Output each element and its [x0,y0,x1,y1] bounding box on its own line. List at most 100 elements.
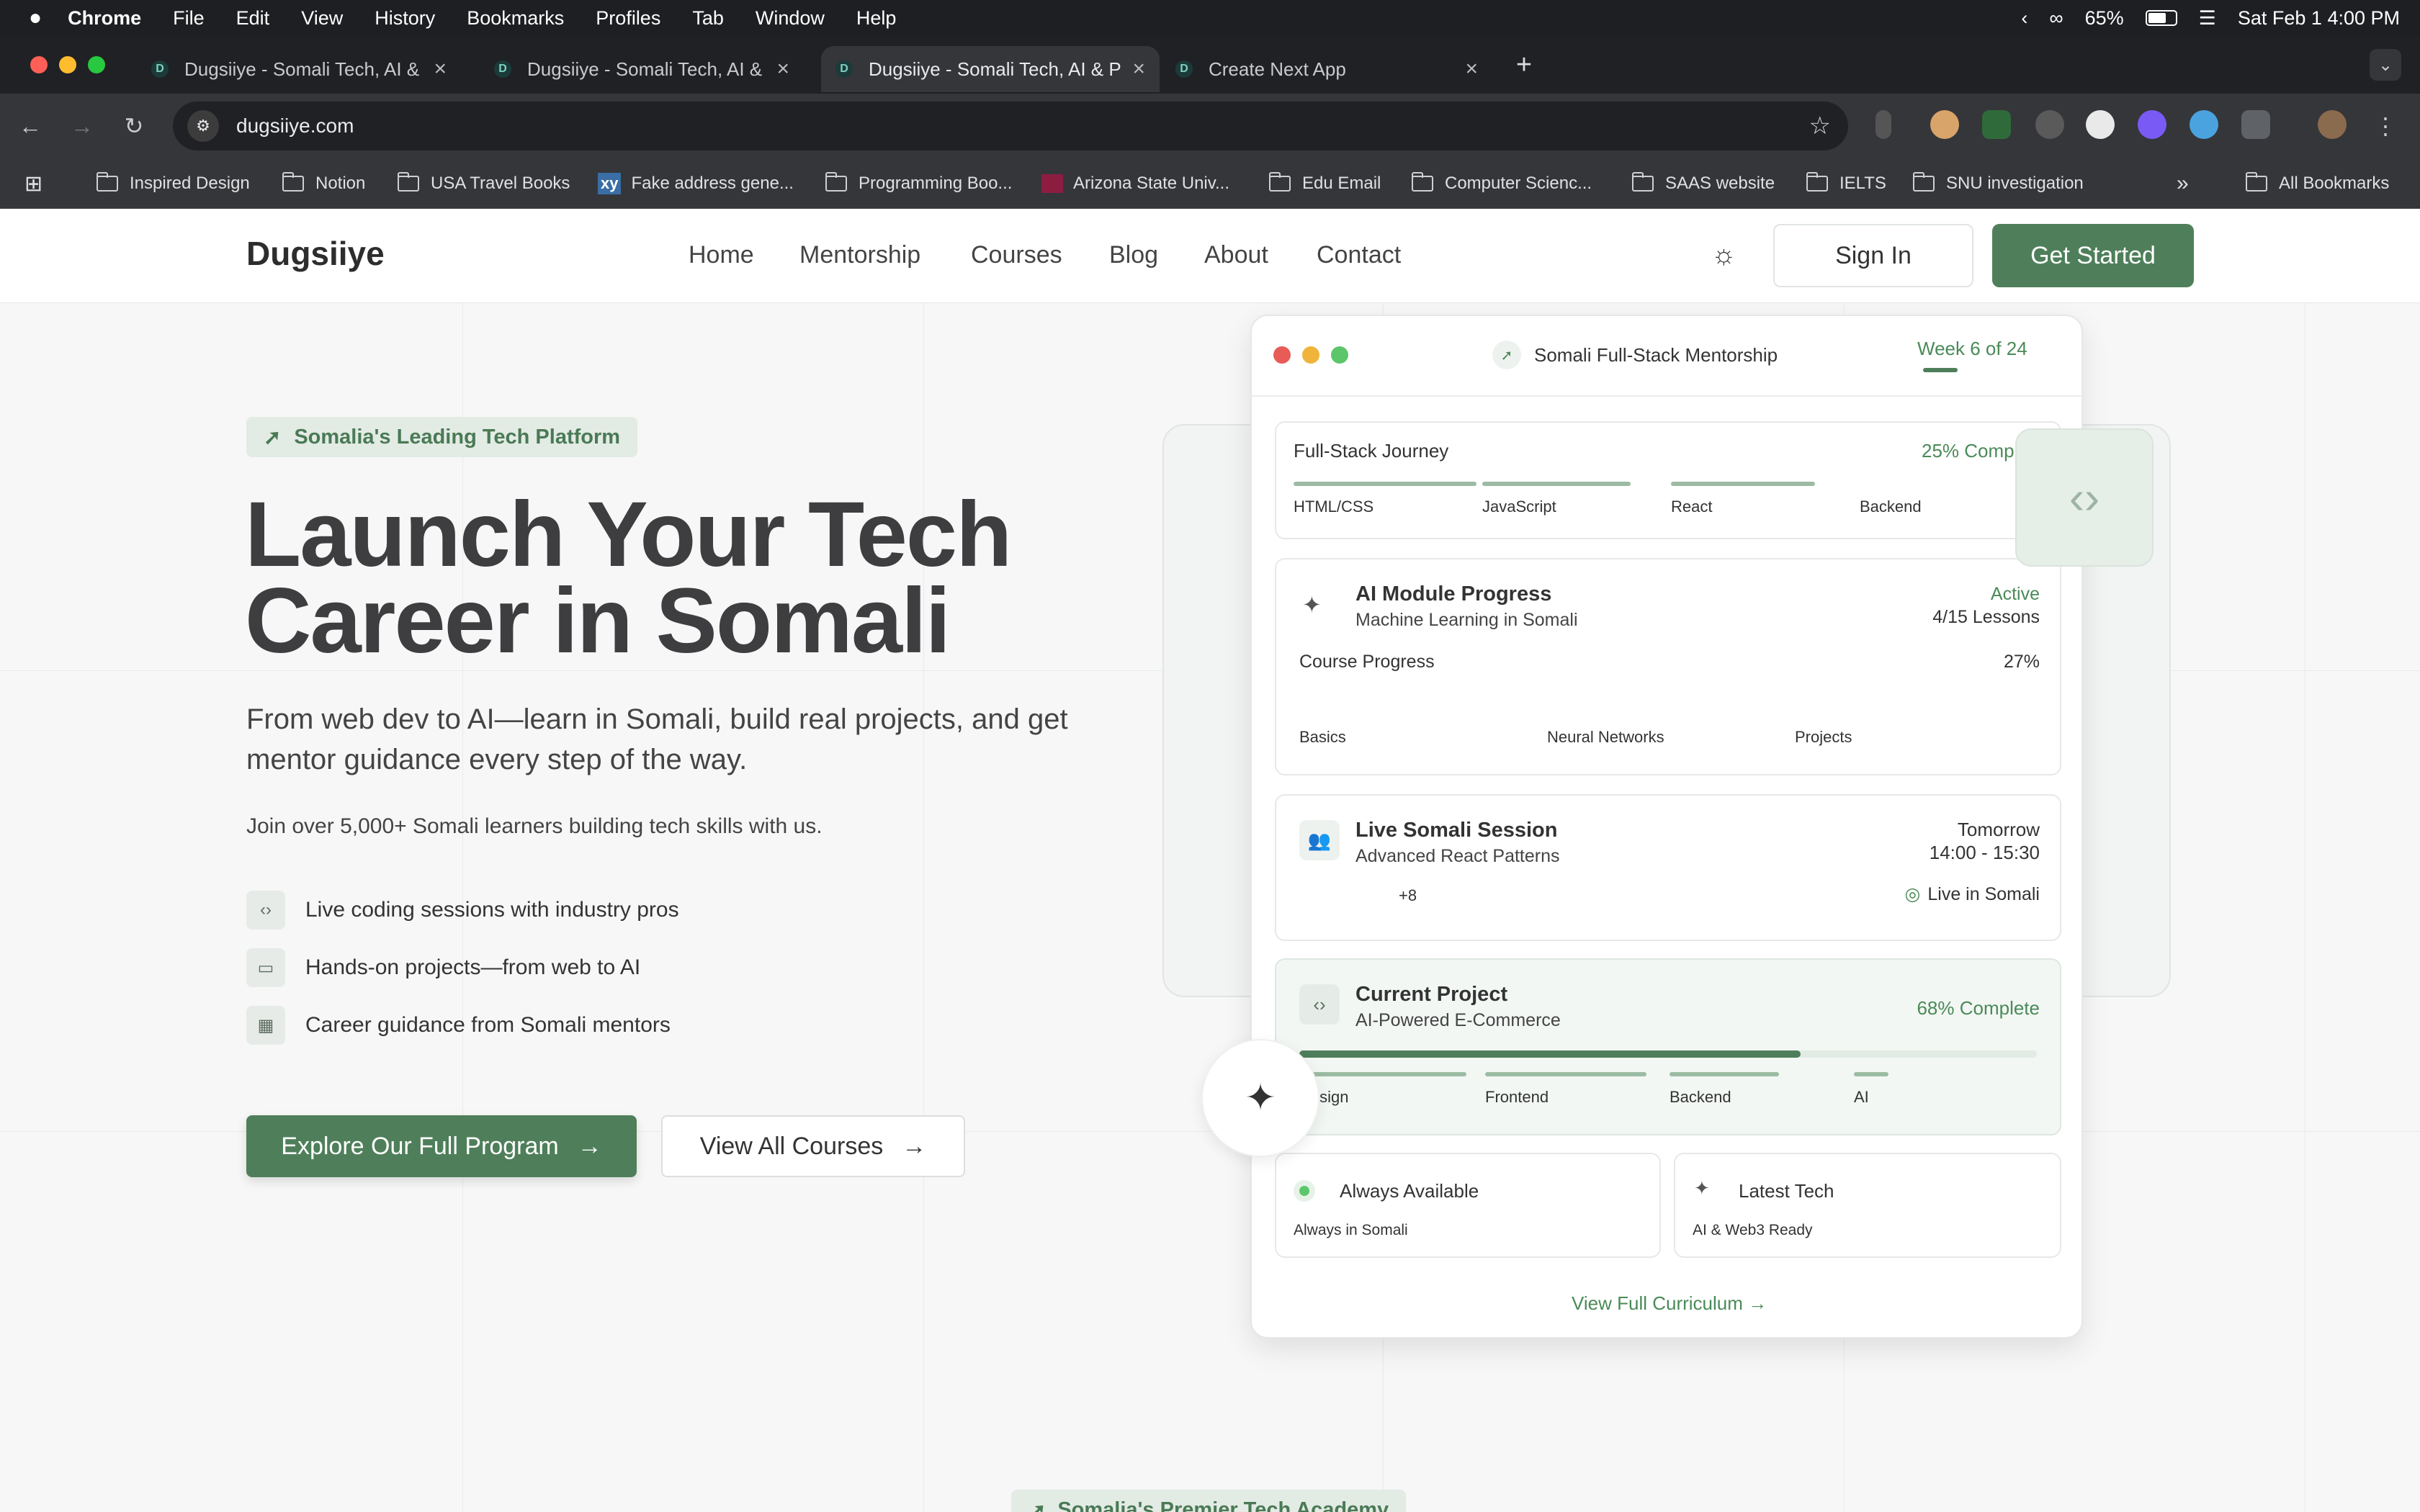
close-icon[interactable]: × [1465,57,1478,81]
folder-icon [1632,172,1654,192]
mentorship-dashboard-card: ➚ Somali Full-Stack Mentorship Week 6 of… [1250,315,2083,1338]
profile-avatar[interactable] [2318,110,2347,139]
menu-history[interactable]: History [375,7,435,30]
bookmark-folder[interactable]: Computer Scienc... [1412,158,1592,209]
view-curriculum-link[interactable]: View Full Curriculum → [1572,1292,1767,1315]
window-close-button[interactable] [30,56,48,73]
menu-bookmarks[interactable]: Bookmarks [467,7,564,30]
menubar-clock[interactable]: Sat Feb 1 4:00 PM [2238,7,2400,30]
browser-tab[interactable]: D Create Next App × [1161,46,1492,92]
menu-profiles[interactable]: Profiles [596,7,660,30]
tab-search-button[interactable]: ⌄ [2370,49,2401,81]
more-bookmarks-icon[interactable]: » [2177,158,2189,209]
bookmark-folder[interactable]: Notion [282,158,365,209]
code-icon: ‹› [1299,984,1340,1025]
explore-program-button[interactable]: Explore Our Full Program → [246,1115,637,1177]
floating-code-icon: ‹› [2015,428,2154,567]
site-info-icon[interactable]: ⚙ [187,110,219,142]
nav-home[interactable]: Home [689,241,754,269]
floating-sparkles-button[interactable]: ✦ [1201,1039,1319,1157]
ai-module-panel: ✦ AI Module Progress Machine Learning in… [1275,558,2061,775]
link-icon[interactable]: ∞ [2049,7,2063,30]
menu-window[interactable]: Window [756,7,825,30]
menu-file[interactable]: File [173,7,205,30]
close-icon[interactable]: × [1132,57,1145,81]
nav-blog[interactable]: Blog [1109,241,1158,269]
close-icon[interactable]: × [434,57,447,81]
logo-text: Dugsiiye [246,235,385,272]
bookmark-star-icon[interactable]: ☆ [1809,112,1831,140]
card-header-title: ➚ Somali Full-Stack Mentorship [1492,341,1778,369]
extension-icon[interactable] [1982,110,2011,139]
nav-mentorship[interactable]: Mentorship [799,241,920,269]
available-sub: Always in Somali [1294,1222,1408,1238]
browser-tab[interactable]: D Dugsiiye - Somali Tech, AI & P × [480,46,804,92]
extension-icon[interactable] [2086,110,2115,139]
menu-tab[interactable]: Tab [692,7,724,30]
stage-label: React [1671,498,1713,516]
site-logo[interactable]: Dugsiiye [246,234,385,273]
stage-label: JavaScript [1482,498,1556,516]
folder-icon [1412,172,1433,192]
latest-title: Latest Tech [1739,1180,1834,1202]
extension-icon[interactable] [2190,110,2218,139]
get-started-button[interactable]: Get Started [1992,224,2194,287]
bookmark-folder[interactable]: SNU investigation [1913,158,2084,209]
fullstack-journey-panel: Full-Stack Journey 25% Complete HTML/CSS… [1275,421,2061,539]
back-icon[interactable]: ← [14,110,46,142]
address-bar[interactable]: ⚙ dugsiiye.com ☆ [173,102,1848,150]
apple-icon[interactable]: ● [29,6,42,30]
extensions-puzzle-icon[interactable] [2241,110,2270,139]
session-time: 14:00 - 15:30 [1929,842,2040,863]
browser-tab-active[interactable]: D Dugsiiye - Somali Tech, AI & P × [821,46,1160,92]
project-progress-fill [1299,1050,1801,1058]
bookmark-link[interactable]: xy Fake address gene... [598,158,794,209]
extension-icon[interactable] [1930,110,1959,139]
menu-edit[interactable]: Edit [236,7,270,30]
bookmark-folder[interactable]: USA Travel Books [398,158,570,209]
ai-module-subtitle: Machine Learning in Somali [1355,610,1578,630]
view-all-courses-button[interactable]: View All Courses → [661,1115,965,1177]
reload-icon[interactable]: ↻ [118,110,150,142]
tab-title: Dugsiiye - Somali Tech, AI & P [869,58,1121,80]
current-project-panel: ‹› Current Project AI-Powered E-Commerce… [1275,958,2061,1135]
extension-icon[interactable] [2035,110,2064,139]
bookmark-folder[interactable]: Edu Email [1269,158,1381,209]
sign-in-button[interactable]: Sign In [1773,224,1973,287]
nav-courses[interactable]: Courses [971,241,1062,269]
all-bookmarks-folder[interactable]: All Bookmarks [2246,158,2389,209]
browser-tab[interactable]: D Dugsiiye - Somali Tech, AI & P × [137,46,461,92]
nav-about[interactable]: About [1204,241,1268,269]
theme-toggle-sun-icon[interactable]: ☼ [1711,240,1736,271]
feature-text: Live coding sessions with industry pros [305,898,679,922]
chevron-left-icon[interactable]: ‹ [2021,7,2027,30]
bookmark-label: USA Travel Books [431,174,570,193]
live-language-text: Live in Somali [1927,884,2040,904]
more-menu-icon[interactable]: ⋮ [2370,110,2401,142]
bookmark-folder[interactable]: Inspired Design [97,158,250,209]
control-center-icon[interactable]: ☰ [2199,7,2216,30]
bookmark-link[interactable]: Arizona State Univ... [1041,158,1229,209]
url-text[interactable]: dugsiiye.com [236,114,354,138]
hero-title-line: Career in Somali [245,570,951,672]
bookmark-label: Fake address gene... [631,174,794,193]
feature-item: ‹› Live coding sessions with industry pr… [246,890,679,930]
extension-icon[interactable] [1876,110,1891,139]
bookmark-folder[interactable]: IELTS [1806,158,1886,209]
globe-icon: ◎ [1904,884,1921,904]
forward-icon[interactable]: → [66,110,98,142]
menu-help[interactable]: Help [856,7,897,30]
menu-view[interactable]: View [301,7,343,30]
bookmark-folder[interactable]: Programming Boo... [825,158,1012,209]
new-tab-button[interactable]: + [1508,49,1540,81]
extension-icon[interactable] [2138,110,2166,139]
bookmark-folder[interactable]: SAAS website [1632,158,1775,209]
window-zoom-button[interactable] [88,56,105,73]
apps-grid-icon[interactable]: ⊞ [24,158,42,209]
window-minimize-button[interactable] [59,56,76,73]
battery-icon[interactable] [2145,10,2177,26]
feature-text: Hands-on projects—from web to AI [305,955,641,979]
nav-contact[interactable]: Contact [1317,241,1401,269]
menu-app-name[interactable]: Chrome [68,7,141,30]
close-icon[interactable]: × [776,57,789,81]
